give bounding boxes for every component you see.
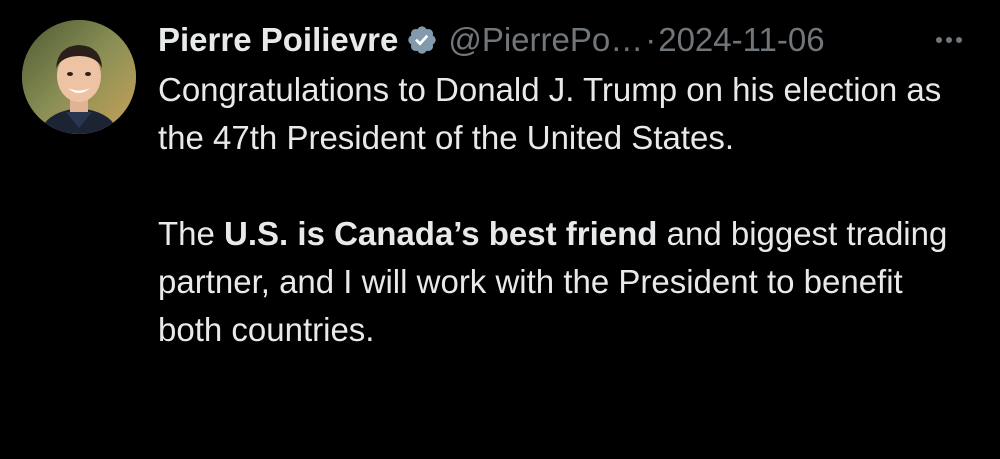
tweet-paragraph-1: Congratulations to Donald J. Trump on hi… xyxy=(158,71,942,156)
paragraph-2-bold: U.S. is Canada’s best friend xyxy=(224,215,658,252)
tweet-paragraph-2: The U.S. is Canada’s best friend and big… xyxy=(158,210,958,354)
author-display-name[interactable]: Pierre Poilievre xyxy=(158,21,398,59)
author-handle[interactable]: @PierrePo… xyxy=(448,21,643,59)
header-separator: · xyxy=(645,21,657,58)
verified-badge-icon[interactable] xyxy=(406,24,438,56)
tweet-body: Congratulations to Donald J. Trump on hi… xyxy=(158,66,958,354)
tweet-card[interactable]: Pierre Poilievre @PierrePo… · 2024-11-06… xyxy=(0,0,1000,459)
paragraph-2-start: The xyxy=(158,215,225,252)
avatar-photo-icon xyxy=(22,20,136,134)
more-dot-1 xyxy=(936,37,942,43)
tweet-header: Pierre Poilievre @PierrePo… · 2024-11-06 xyxy=(158,18,988,62)
more-dot-3 xyxy=(956,37,962,43)
author-avatar[interactable] xyxy=(22,20,136,134)
tweet-date[interactable]: 2024-11-06 xyxy=(658,21,824,59)
more-dot-2 xyxy=(946,37,952,43)
more-options-icon[interactable] xyxy=(932,18,962,62)
